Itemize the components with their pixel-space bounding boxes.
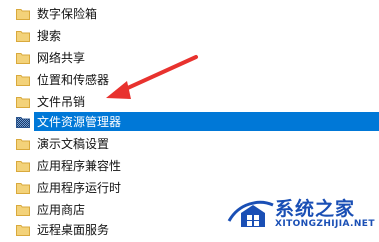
- tree-item-wangluo-gongxiang[interactable]: 网络共享: [0, 47, 379, 69]
- tree-item-weizhi-chuanganqi[interactable]: 位置和传感器: [0, 69, 379, 91]
- folder-icon: [16, 97, 30, 108]
- tree-item-label: 应用商店: [37, 203, 86, 217]
- folder-icon: [16, 75, 30, 86]
- tree-item-shuzi-baoxianxiang[interactable]: 数字保险箱: [0, 3, 379, 25]
- tree-item-label: 远程桌面服务: [37, 223, 110, 237]
- watermark-url-text: XITONGZHIJIA.NET: [275, 219, 375, 229]
- tree-item-sousuo[interactable]: 搜索: [0, 25, 379, 47]
- tree-item-label: 数字保险箱: [37, 7, 98, 21]
- folder-icon: [16, 161, 30, 172]
- folder-icon: [16, 53, 30, 64]
- folder-icon: [16, 9, 30, 20]
- folder-icon: [16, 31, 30, 42]
- tree-item-wenjian-diaoxiao[interactable]: 文件吊销: [0, 91, 379, 113]
- folder-icon: [16, 225, 30, 236]
- watermark-logo: 系统之家 XITONGZHIJIA.NET: [223, 189, 379, 242]
- watermark-brand-text: 系统之家: [275, 198, 356, 220]
- tree-item-yingyong-jianrongxing[interactable]: 应用程序兼容性: [0, 155, 379, 177]
- tree-item-label: 应用程序运行时: [37, 181, 122, 195]
- folder-icon: [16, 205, 30, 216]
- tree-item-label: 演示文稿设置: [37, 137, 110, 151]
- tree-item-label: 位置和传感器: [37, 73, 110, 87]
- tree-item-label: 网络共享: [37, 51, 86, 65]
- tree-item-label: 文件资源管理器: [37, 115, 122, 129]
- tree-item-yanshi-wengao-shezhi[interactable]: 演示文稿设置: [0, 133, 379, 155]
- tree-item-label: 搜索: [37, 29, 62, 43]
- tree-item-wenjian-ziyuan-guanliqi[interactable]: 文件资源管理器: [0, 111, 379, 133]
- folder-icon: [16, 183, 30, 194]
- folder-icon: [16, 139, 30, 150]
- folder-selected-icon: [16, 117, 30, 128]
- tree-item-label: 文件吊销: [37, 95, 86, 109]
- tree-item-label: 应用程序兼容性: [37, 159, 122, 173]
- house-logo-icon: [227, 200, 274, 227]
